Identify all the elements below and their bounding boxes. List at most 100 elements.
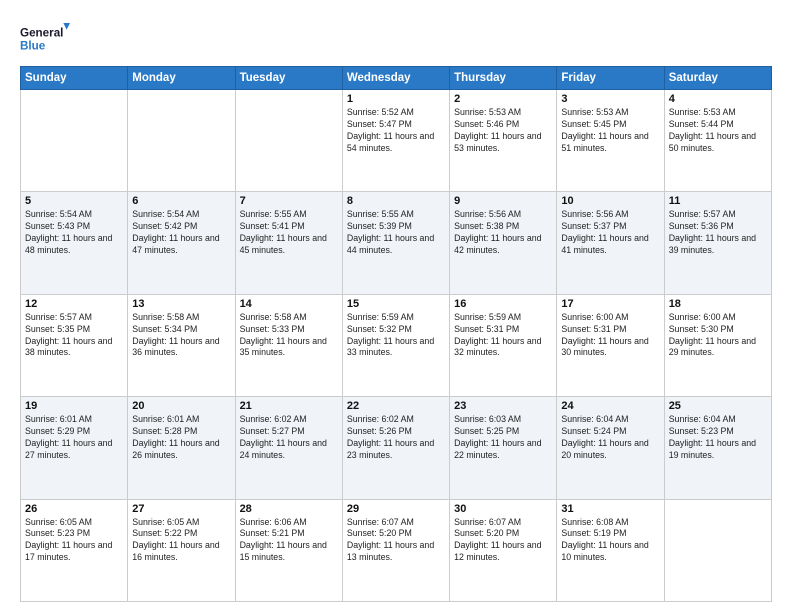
cell-info: Sunrise: 5:53 AM Sunset: 5:46 PM Dayligh… <box>454 107 552 155</box>
calendar-cell: 10 Sunrise: 5:56 AM Sunset: 5:37 PM Dayli… <box>557 192 664 294</box>
cell-info: Sunrise: 5:58 AM Sunset: 5:33 PM Dayligh… <box>240 312 338 360</box>
week-row-3: 19 Sunrise: 6:01 AM Sunset: 5:29 PM Dayli… <box>21 397 772 499</box>
cell-info: Sunrise: 6:02 AM Sunset: 5:27 PM Dayligh… <box>240 414 338 462</box>
cell-info: Sunrise: 6:02 AM Sunset: 5:26 PM Dayligh… <box>347 414 445 462</box>
cell-info: Sunrise: 5:57 AM Sunset: 5:36 PM Dayligh… <box>669 209 767 257</box>
cell-info: Sunrise: 6:05 AM Sunset: 5:22 PM Dayligh… <box>132 517 230 565</box>
week-row-0: 1Sunrise: 5:52 AM Sunset: 5:47 PM Daylig… <box>21 90 772 192</box>
day-number: 27 <box>132 503 230 515</box>
calendar-cell: 1Sunrise: 5:52 AM Sunset: 5:47 PM Daylig… <box>342 90 449 192</box>
day-number: 31 <box>561 503 659 515</box>
day-number: 7 <box>240 195 338 207</box>
cell-info: Sunrise: 5:57 AM Sunset: 5:35 PM Dayligh… <box>25 312 123 360</box>
day-number: 4 <box>669 93 767 105</box>
cell-info: Sunrise: 5:54 AM Sunset: 5:43 PM Dayligh… <box>25 209 123 257</box>
svg-text:General: General <box>20 26 63 39</box>
day-number: 8 <box>347 195 445 207</box>
calendar-cell: 29Sunrise: 6:07 AM Sunset: 5:20 PM Dayli… <box>342 499 449 601</box>
cell-info: Sunrise: 5:53 AM Sunset: 5:45 PM Dayligh… <box>561 107 659 155</box>
day-number: 28 <box>240 503 338 515</box>
calendar-cell: 19 Sunrise: 6:01 AM Sunset: 5:29 PM Dayli… <box>21 397 128 499</box>
day-number: 17 <box>561 298 659 310</box>
calendar-cell: 17 Sunrise: 6:00 AM Sunset: 5:31 PM Dayli… <box>557 294 664 396</box>
cell-info: Sunrise: 6:06 AM Sunset: 5:21 PM Dayligh… <box>240 517 338 565</box>
day-header-monday: Monday <box>128 67 235 90</box>
day-number: 16 <box>454 298 552 310</box>
logo-svg: General Blue <box>20 18 70 58</box>
cell-info: Sunrise: 5:53 AM Sunset: 5:44 PM Dayligh… <box>669 107 767 155</box>
calendar-cell: 4 Sunrise: 5:53 AM Sunset: 5:44 PM Daylig… <box>664 90 771 192</box>
day-number: 20 <box>132 400 230 412</box>
cell-info: Sunrise: 6:07 AM Sunset: 5:20 PM Dayligh… <box>347 517 445 565</box>
day-header-sunday: Sunday <box>21 67 128 90</box>
day-header-saturday: Saturday <box>664 67 771 90</box>
calendar-cell: 21 Sunrise: 6:02 AM Sunset: 5:27 PM Dayli… <box>235 397 342 499</box>
day-number: 15 <box>347 298 445 310</box>
cell-info: Sunrise: 5:58 AM Sunset: 5:34 PM Dayligh… <box>132 312 230 360</box>
cell-info: Sunrise: 6:00 AM Sunset: 5:31 PM Dayligh… <box>561 312 659 360</box>
calendar-cell <box>21 90 128 192</box>
week-row-1: 5Sunrise: 5:54 AM Sunset: 5:43 PM Daylig… <box>21 192 772 294</box>
day-number: 14 <box>240 298 338 310</box>
svg-text:Blue: Blue <box>20 40 46 53</box>
cell-info: Sunrise: 6:07 AM Sunset: 5:20 PM Dayligh… <box>454 517 552 565</box>
week-row-2: 12Sunrise: 5:57 AM Sunset: 5:35 PM Dayli… <box>21 294 772 396</box>
day-number: 26 <box>25 503 123 515</box>
cell-info: Sunrise: 6:01 AM Sunset: 5:29 PM Dayligh… <box>25 414 123 462</box>
calendar-cell: 3 Sunrise: 5:53 AM Sunset: 5:45 PM Daylig… <box>557 90 664 192</box>
calendar-cell <box>235 90 342 192</box>
day-header-thursday: Thursday <box>450 67 557 90</box>
day-number: 13 <box>132 298 230 310</box>
day-number: 3 <box>561 93 659 105</box>
day-number: 2 <box>454 93 552 105</box>
cell-info: Sunrise: 6:04 AM Sunset: 5:23 PM Dayligh… <box>669 414 767 462</box>
day-number: 6 <box>132 195 230 207</box>
week-row-4: 26 Sunrise: 6:05 AM Sunset: 5:23 PM Dayli… <box>21 499 772 601</box>
day-number: 22 <box>347 400 445 412</box>
day-number: 24 <box>561 400 659 412</box>
page: General Blue SundayMondayTuesdayWednesda… <box>0 0 792 612</box>
cell-info: Sunrise: 5:56 AM Sunset: 5:37 PM Dayligh… <box>561 209 659 257</box>
calendar-cell: 20Sunrise: 6:01 AM Sunset: 5:28 PM Dayli… <box>128 397 235 499</box>
cell-info: Sunrise: 5:55 AM Sunset: 5:41 PM Dayligh… <box>240 209 338 257</box>
calendar-cell: 30Sunrise: 6:07 AM Sunset: 5:20 PM Dayli… <box>450 499 557 601</box>
cell-info: Sunrise: 6:00 AM Sunset: 5:30 PM Dayligh… <box>669 312 767 360</box>
day-number: 10 <box>561 195 659 207</box>
day-number: 23 <box>454 400 552 412</box>
calendar-cell: 13 Sunrise: 5:58 AM Sunset: 5:34 PM Dayli… <box>128 294 235 396</box>
day-number: 19 <box>25 400 123 412</box>
calendar-cell: 2 Sunrise: 5:53 AM Sunset: 5:46 PM Daylig… <box>450 90 557 192</box>
calendar-cell: 25 Sunrise: 6:04 AM Sunset: 5:23 PM Dayli… <box>664 397 771 499</box>
calendar-cell: 12Sunrise: 5:57 AM Sunset: 5:35 PM Dayli… <box>21 294 128 396</box>
calendar-cell: 18 Sunrise: 6:00 AM Sunset: 5:30 PM Dayli… <box>664 294 771 396</box>
calendar-table: SundayMondayTuesdayWednesdayThursdayFrid… <box>20 66 772 602</box>
day-header-tuesday: Tuesday <box>235 67 342 90</box>
cell-info: Sunrise: 6:05 AM Sunset: 5:23 PM Dayligh… <box>25 517 123 565</box>
calendar-cell: 7 Sunrise: 5:55 AM Sunset: 5:41 PM Daylig… <box>235 192 342 294</box>
calendar-header-row: SundayMondayTuesdayWednesdayThursdayFrid… <box>21 67 772 90</box>
calendar-cell: 27 Sunrise: 6:05 AM Sunset: 5:22 PM Dayli… <box>128 499 235 601</box>
day-number: 25 <box>669 400 767 412</box>
calendar-cell <box>664 499 771 601</box>
cell-info: Sunrise: 5:59 AM Sunset: 5:31 PM Dayligh… <box>454 312 552 360</box>
cell-info: Sunrise: 5:56 AM Sunset: 5:38 PM Dayligh… <box>454 209 552 257</box>
day-number: 9 <box>454 195 552 207</box>
day-header-friday: Friday <box>557 67 664 90</box>
calendar-cell: 23 Sunrise: 6:03 AM Sunset: 5:25 PM Dayli… <box>450 397 557 499</box>
cell-info: Sunrise: 5:54 AM Sunset: 5:42 PM Dayligh… <box>132 209 230 257</box>
day-header-wednesday: Wednesday <box>342 67 449 90</box>
calendar-cell: 22 Sunrise: 6:02 AM Sunset: 5:26 PM Dayli… <box>342 397 449 499</box>
day-number: 11 <box>669 195 767 207</box>
cell-info: Sunrise: 6:04 AM Sunset: 5:24 PM Dayligh… <box>561 414 659 462</box>
calendar-cell <box>128 90 235 192</box>
cell-info: Sunrise: 6:03 AM Sunset: 5:25 PM Dayligh… <box>454 414 552 462</box>
day-number: 18 <box>669 298 767 310</box>
day-number: 21 <box>240 400 338 412</box>
calendar-cell: 8Sunrise: 5:55 AM Sunset: 5:39 PM Daylig… <box>342 192 449 294</box>
calendar-cell: 11 Sunrise: 5:57 AM Sunset: 5:36 PM Dayli… <box>664 192 771 294</box>
calendar-cell: 5Sunrise: 5:54 AM Sunset: 5:43 PM Daylig… <box>21 192 128 294</box>
calendar-cell: 24 Sunrise: 6:04 AM Sunset: 5:24 PM Dayli… <box>557 397 664 499</box>
cell-info: Sunrise: 5:59 AM Sunset: 5:32 PM Dayligh… <box>347 312 445 360</box>
calendar-cell: 6 Sunrise: 5:54 AM Sunset: 5:42 PM Daylig… <box>128 192 235 294</box>
day-number: 1 <box>347 93 445 105</box>
